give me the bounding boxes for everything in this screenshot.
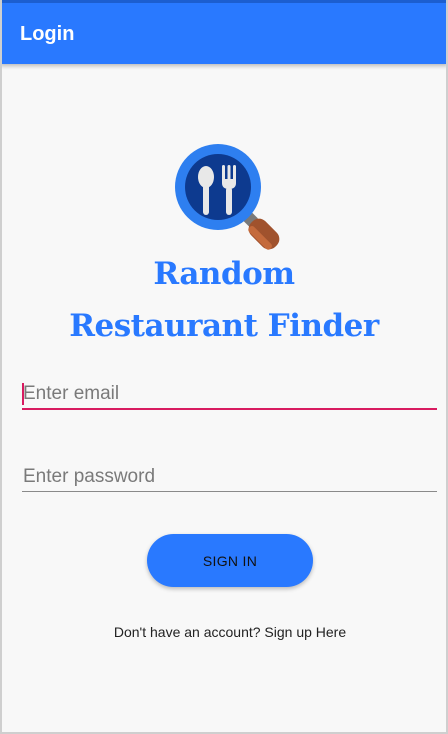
restaurant-search-icon xyxy=(175,144,280,250)
password-field-container xyxy=(22,463,437,493)
sign-in-button[interactable]: SIGN IN xyxy=(147,534,313,587)
signup-link[interactable]: Don't have an account? Sign up Here xyxy=(0,624,448,640)
app-bar: Login xyxy=(0,0,448,64)
password-field-underline xyxy=(22,491,437,492)
email-field[interactable] xyxy=(22,380,437,408)
app-bar-title: Login xyxy=(20,23,75,45)
email-field-underline xyxy=(22,408,437,410)
email-field-container xyxy=(22,380,437,410)
app-name-line2: Restaurant Finder xyxy=(69,308,379,344)
magnifier-lens xyxy=(185,154,251,220)
password-field[interactable] xyxy=(22,463,437,491)
text-cursor xyxy=(22,383,24,405)
app-name-line1: Random xyxy=(153,256,295,292)
